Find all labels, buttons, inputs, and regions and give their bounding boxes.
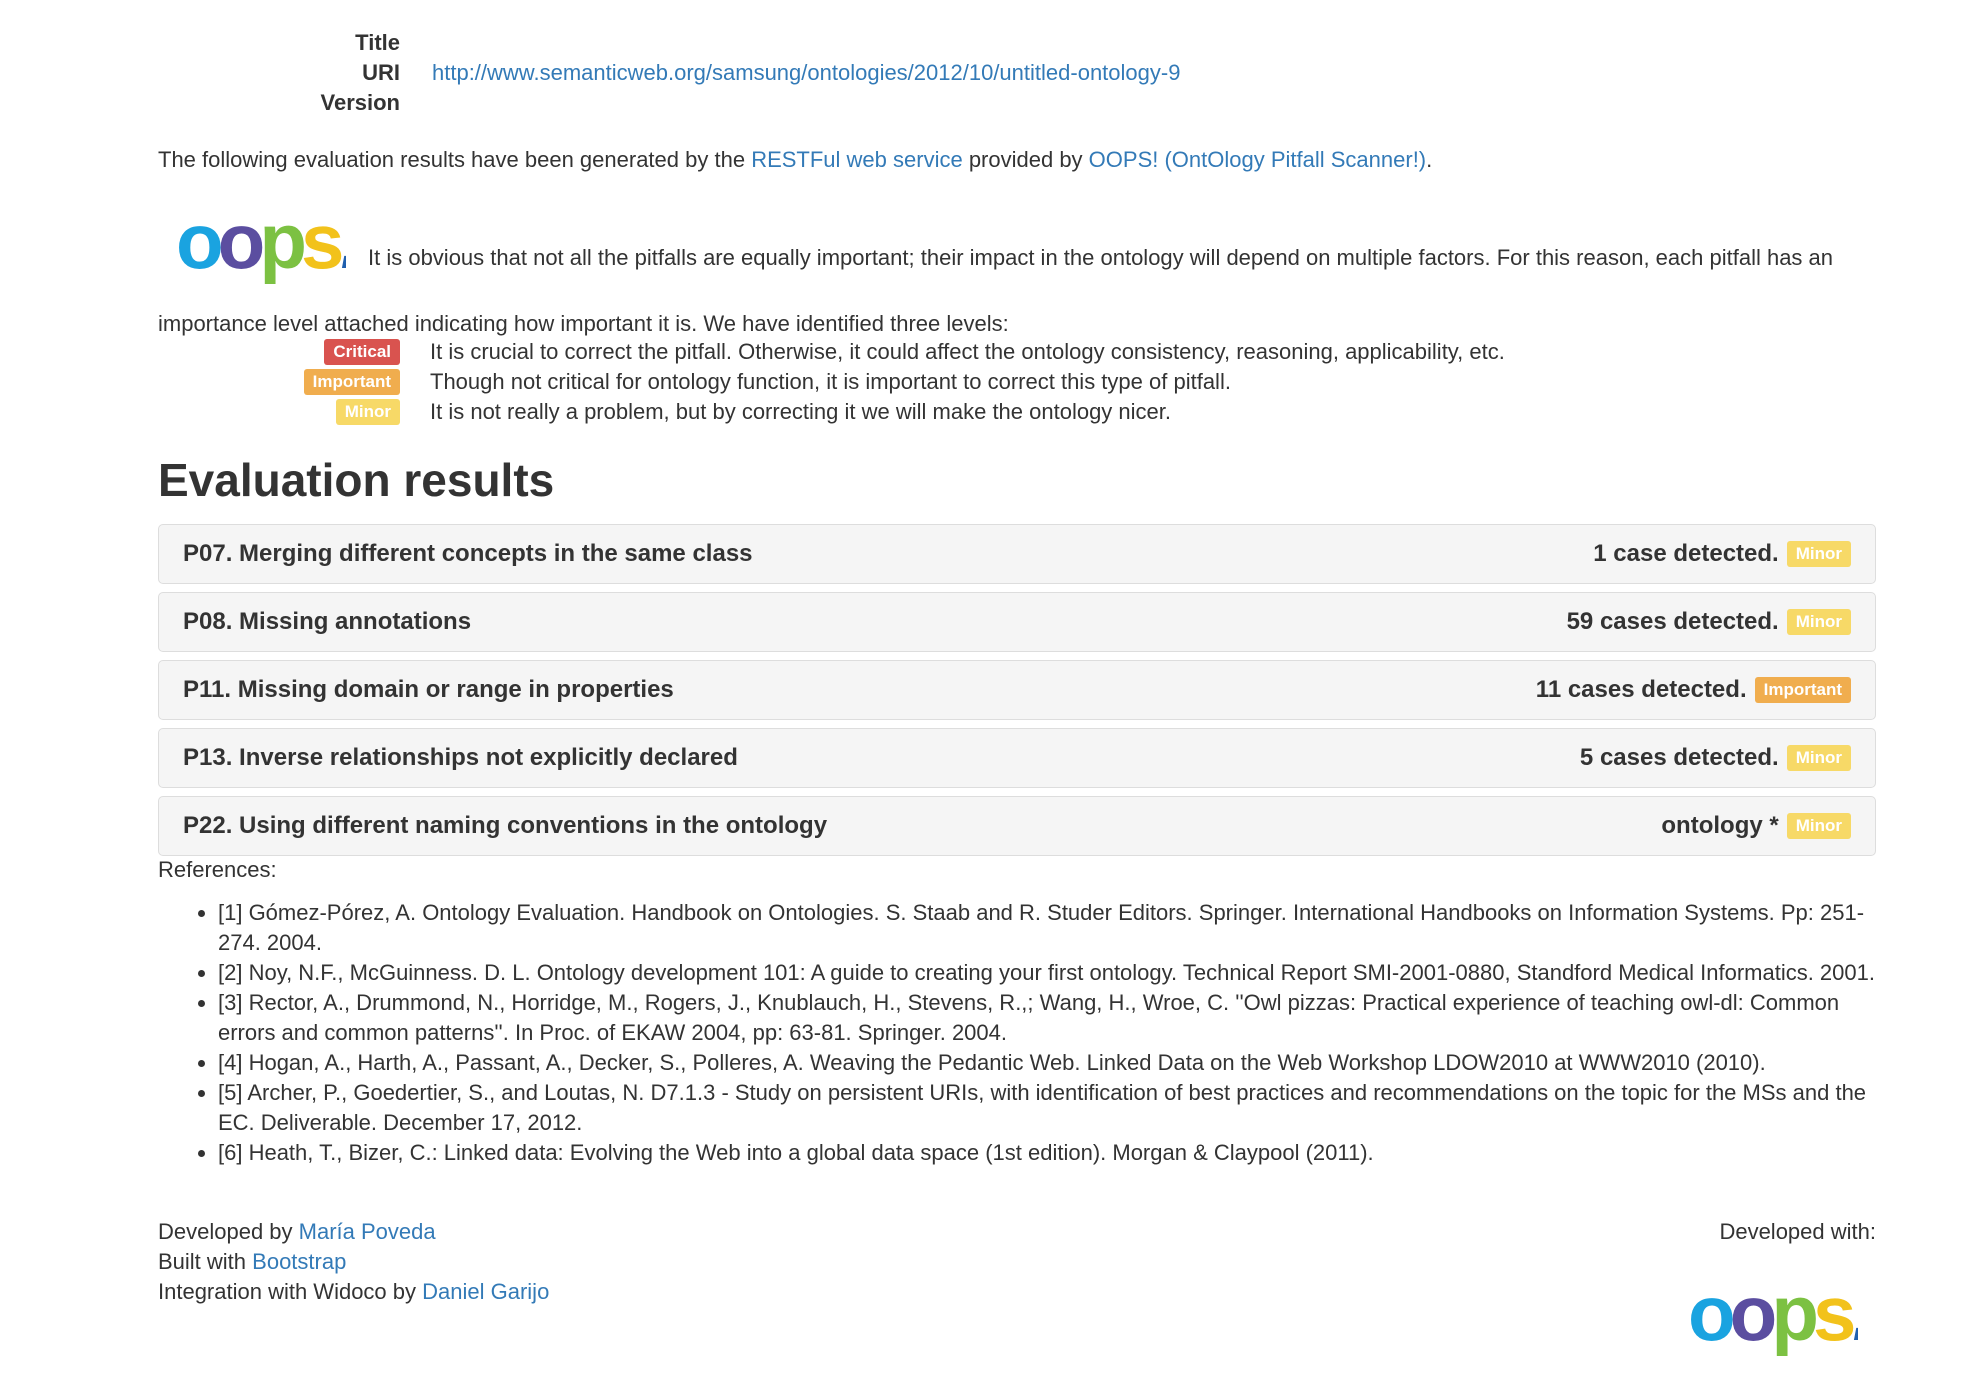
uri-link[interactable]: http://www.semanticweb.org/samsung/ontol…	[432, 58, 1180, 88]
reference-item: [1] Gómez-Pórez, A. Ontology Evaluation.…	[218, 898, 1878, 958]
result-level-badge: Important	[1754, 677, 1851, 703]
ontology-metadata: Title URI http://www.semanticweb.org/sam…	[296, 28, 1696, 118]
intro-text-middle: provided by	[962, 147, 1089, 172]
result-panel-p22[interactable]: P22. Using different naming conventions …	[158, 796, 1876, 856]
intro-text-before: The following evaluation results have be…	[158, 147, 752, 172]
intro-paragraph: The following evaluation results have be…	[158, 145, 1878, 175]
logo-letter-p: p	[1771, 1269, 1816, 1357]
level-minor: Minor It is not really a problem, but by…	[280, 397, 1580, 427]
version-label: Version	[320, 90, 400, 115]
maria-poveda-link[interactable]: María Poveda	[299, 1219, 436, 1244]
level-critical: Critical It is crucial to correct the pi…	[280, 337, 1580, 367]
oops-logo-footer-icon[interactable]: oops!	[1688, 1268, 1858, 1364]
meta-row-uri: URI http://www.semanticweb.org/samsung/o…	[296, 58, 1696, 88]
result-count: 11 cases detected.	[1535, 676, 1747, 703]
result-count: 1 case detected.	[1593, 540, 1779, 567]
meta-row-title: Title	[296, 28, 1696, 58]
result-panel-p07[interactable]: P07. Merging different concepts in the s…	[158, 524, 1876, 584]
integration-line: Integration with Widoco by Daniel Garijo	[158, 1279, 550, 1304]
result-title: P13. Inverse relationships not explicitl…	[183, 744, 738, 771]
result-title: P08. Missing annotations	[183, 608, 472, 635]
result-level-badge: Minor	[1786, 813, 1851, 839]
minor-badge: Minor	[335, 399, 400, 425]
result-title: P11. Missing domain or range in properti…	[183, 676, 674, 703]
result-panel-p11[interactable]: P11. Missing domain or range in properti…	[158, 660, 1876, 720]
oops-scanner-link[interactable]: OOPS! (OntOlogy Pitfall Scanner!)	[1089, 147, 1426, 172]
bootstrap-link[interactable]: Bootstrap	[252, 1249, 346, 1274]
intro-text-after: .	[1426, 147, 1433, 172]
svg-text:oops!: oops!	[1688, 1268, 1858, 1360]
result-count: 5 cases detected.	[1579, 744, 1779, 771]
evaluation-results-heading: Evaluation results	[158, 454, 555, 506]
result-level-badge: Minor	[1786, 745, 1851, 771]
logo-letter-o2: o	[1730, 1269, 1775, 1357]
result-title: P22. Using different naming conventions …	[183, 812, 828, 839]
importance-levels: Critical It is crucial to correct the pi…	[280, 337, 1580, 427]
developed-with-label: Developed with:	[1719, 1219, 1876, 1244]
logo-letter-o1: o	[1688, 1269, 1733, 1357]
critical-description: It is crucial to correct the pitfall. Ot…	[430, 339, 1505, 364]
title-label: Title	[355, 30, 400, 55]
result-panel-p13[interactable]: P13. Inverse relationships not explicitl…	[158, 728, 1876, 788]
logo-letter-s: s	[1813, 1269, 1854, 1357]
references-list: [1] Gómez-Pórez, A. Ontology Evaluation.…	[158, 898, 1878, 1168]
meta-row-version: Version	[296, 88, 1696, 118]
built-with-line: Built with Bootstrap	[158, 1249, 347, 1274]
important-badge: Important	[303, 369, 400, 395]
result-level-badge: Minor	[1786, 541, 1851, 567]
uri-label: URI	[362, 60, 400, 85]
daniel-garijo-link[interactable]: Daniel Garijo	[422, 1279, 549, 1304]
result-count: 59 cases detected.	[1566, 608, 1779, 635]
logo-letter-bang: !	[1850, 1268, 1858, 1360]
evaluation-results-list: P07. Merging different concepts in the s…	[158, 524, 1876, 864]
critical-badge: Critical	[324, 339, 400, 365]
result-count: ontology *	[1661, 812, 1779, 839]
reference-item: [6] Heath, T., Bizer, C.: Linked data: E…	[218, 1138, 1878, 1168]
references-label: References:	[158, 857, 277, 882]
result-title: P07. Merging different concepts in the s…	[183, 540, 753, 567]
restful-web-service-link[interactable]: RESTFul web service	[751, 147, 963, 172]
footer-credits: Developed by María Poveda Built with Boo…	[158, 1217, 858, 1307]
result-panel-p08[interactable]: P08. Missing annotations 59 cases detect…	[158, 592, 1876, 652]
page: Title URI http://www.semanticweb.org/sam…	[0, 0, 1976, 1384]
reference-item: [2] Noy, N.F., McGuinness. D. L. Ontolog…	[218, 958, 1878, 988]
result-level-badge: Minor	[1786, 609, 1851, 635]
reference-item: [3] Rector, A., Drummond, N., Horridge, …	[218, 988, 1878, 1048]
reference-item: [4] Hogan, A., Harth, A., Passant, A., D…	[218, 1048, 1878, 1078]
important-description: Though not critical for ontology functio…	[430, 369, 1231, 394]
reference-item: [5] Archer, P., Goedertier, S., and Lout…	[218, 1078, 1878, 1138]
developed-by-line: Developed by María Poveda	[158, 1219, 436, 1244]
minor-description: It is not really a problem, but by corre…	[430, 399, 1172, 424]
level-important: Important Though not critical for ontolo…	[280, 367, 1580, 397]
